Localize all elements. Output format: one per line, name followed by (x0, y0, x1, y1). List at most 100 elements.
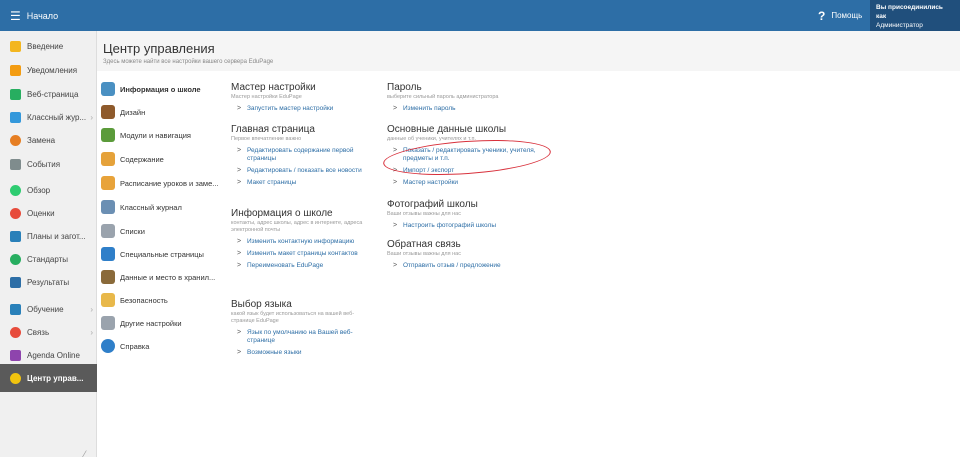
control-center-icon (10, 372, 21, 384)
link-edit-contact-layout[interactable]: Изменить макет страницы контактов (231, 250, 376, 258)
category-label: Данные и место в хранил... (120, 272, 216, 282)
section-school-info: Информация о школе контакты, адрес школы… (231, 208, 376, 270)
home-link[interactable]: ☰ Начало (10, 0, 58, 31)
design-icon (101, 105, 115, 119)
website-icon (10, 88, 21, 100)
help-button[interactable]: ? Помощь (818, 0, 862, 31)
sidebar-resize-handle[interactable]: ⁄ (84, 449, 86, 459)
sidebar-item-label: Введение (27, 41, 64, 51)
standards-icon (10, 253, 21, 265)
login-role-text: Администратор (876, 22, 923, 29)
category-design[interactable]: Дизайн (97, 100, 222, 124)
sidebar-item-label: Обзор (27, 185, 51, 195)
category-help[interactable]: Справка (97, 334, 222, 358)
sidebar-item-results[interactable]: Результаты (0, 271, 97, 293)
page-header: Центр управления Здесь можете найти все … (97, 31, 960, 71)
section-wizard: Мастер настройки Мастер настройки EduPag… (231, 82, 376, 113)
link-default-language[interactable]: Язык по умолчанию на Вашей веб-странице (231, 329, 376, 345)
menu-icon[interactable]: ☰ (10, 9, 21, 23)
page-subtitle: Здесь можете найти все настройки вашего … (103, 59, 274, 65)
results-icon (10, 276, 21, 288)
sidebar-item-substitution[interactable]: Замена (0, 129, 97, 151)
help-icon: ? (818, 8, 826, 23)
timetable-icon (101, 176, 115, 190)
section-desc: Первое впечатление важно (231, 136, 302, 142)
sidebar-item-label: События (27, 159, 61, 169)
link-send-feedback[interactable]: Отправить отзыв / предложение (387, 262, 547, 270)
plans-icon (10, 230, 21, 242)
link-rename-edupage[interactable]: Переименовать EduPage (231, 262, 376, 270)
link-run-wizard[interactable]: Запустить мастер настройки (231, 105, 376, 113)
sidebar-item-label: Классный жур... (27, 112, 87, 122)
category-modules[interactable]: Модули и навигация (97, 123, 222, 147)
section-feedback: Обратная связь Ваши отзывы важны для нас… (387, 239, 547, 270)
sidebar-item-overview[interactable]: Обзор (0, 179, 97, 201)
page-title: Центр управления (103, 41, 215, 56)
link-setup-wizard[interactable]: Мастер настройки (387, 179, 547, 187)
category-journal[interactable]: Классный журнал (97, 195, 222, 219)
substitution-icon (10, 134, 21, 146)
link-setup-photos[interactable]: Настроить фотографий школы (387, 222, 547, 230)
star-icon (10, 40, 21, 52)
sidebar-item-intro[interactable]: Введение (0, 35, 97, 57)
grades-icon (10, 207, 21, 219)
sidebar-item-standards[interactable]: Стандарты (0, 248, 97, 270)
link-page-layout[interactable]: Макет страницы (231, 179, 376, 187)
lists-icon (101, 224, 115, 238)
link-edit-homepage-content[interactable]: Редактировать содержание первой страницы (231, 147, 376, 163)
sidebar-item-website[interactable]: Веб-страница (0, 83, 97, 105)
link-edit-contact-info[interactable]: Изменить контактную информацию (231, 238, 376, 246)
section-desc: контакты, адрес школы, адрес в интернете… (231, 220, 363, 233)
link-available-languages[interactable]: Возможные языки (231, 349, 376, 357)
sidebar-item-learning[interactable]: Обучение › (0, 298, 97, 320)
section-password: Пароль выберите сильный пароль администр… (387, 82, 547, 113)
section-desc: выберите сильный пароль администратора (387, 94, 499, 100)
sidebar-item-grades[interactable]: Оценки (0, 202, 97, 224)
link-change-password[interactable]: Изменить пароль (387, 105, 547, 113)
sidebar-item-events[interactable]: События (0, 153, 97, 175)
sidebar-item-communication[interactable]: Связь › (0, 321, 97, 343)
sidebar-item-label: Обучение (27, 304, 64, 314)
user-account-button[interactable]: Вы присоединились как Администратор (870, 0, 960, 31)
category-data-storage[interactable]: Данные и место в хранил... (97, 265, 222, 289)
help-book-icon (101, 339, 115, 353)
sidebar-item-class-journal[interactable]: Классный жур... › (0, 106, 97, 128)
chevron-right-icon: › (90, 304, 93, 314)
link-edit-news[interactable]: Редактировать / показать все новости (231, 167, 376, 175)
sidebar-item-plans[interactable]: Планы и загот... (0, 225, 97, 247)
overview-icon (10, 184, 21, 196)
section-photos: Фотографий школы Ваши отзывы важны для н… (387, 199, 547, 230)
sidebar-item-notifications[interactable]: Уведомления (0, 59, 97, 81)
home-label: Начало (26, 10, 59, 21)
sidebar-item-label: Планы и загот... (27, 231, 86, 241)
category-security[interactable]: Безопасность (97, 288, 222, 312)
help-label: Помощь (831, 11, 863, 20)
section-desc: Мастер настройки EduPage (231, 94, 302, 100)
category-label: Дизайн (120, 107, 146, 117)
sidebar-item-label: Результаты (27, 277, 70, 287)
sidebar-item-agenda-online[interactable]: Agenda Online (0, 344, 97, 366)
sidebar-item-label: Веб-страница (27, 89, 79, 99)
sidebar-item-control-center[interactable]: Центр управ... (0, 364, 97, 392)
school-info-icon (101, 82, 115, 96)
category-other-settings[interactable]: Другие настройки (97, 311, 222, 335)
section-title: Обратная связь (387, 239, 461, 250)
chevron-right-icon: › (90, 112, 93, 122)
section-desc: Ваши отзывы важны для нас (387, 211, 461, 217)
top-bar: ☰ Начало ? Помощь Вы присоединились как … (0, 0, 960, 31)
category-timetable[interactable]: Расписание уроков и заме... (97, 171, 222, 195)
category-school-info[interactable]: Информация о школе (97, 77, 222, 101)
sidebar: Введение Уведомления Веб-страница Классн… (0, 31, 97, 459)
sidebar-item-label: Связь (27, 327, 50, 337)
category-label: Безопасность (120, 295, 168, 305)
category-label: Содержание (120, 154, 164, 164)
other-settings-icon (101, 316, 115, 330)
sidebar-item-label: Центр управ... (27, 373, 84, 383)
category-lists[interactable]: Списки (97, 219, 222, 243)
data-storage-icon (101, 270, 115, 284)
category-special-pages[interactable]: Специальные страницы (97, 242, 222, 266)
section-desc: Ваши отзывы важны для нас (387, 251, 461, 257)
sidebar-item-label: Уведомления (27, 65, 78, 75)
events-icon (10, 158, 21, 170)
category-content[interactable]: Содержание (97, 147, 222, 171)
